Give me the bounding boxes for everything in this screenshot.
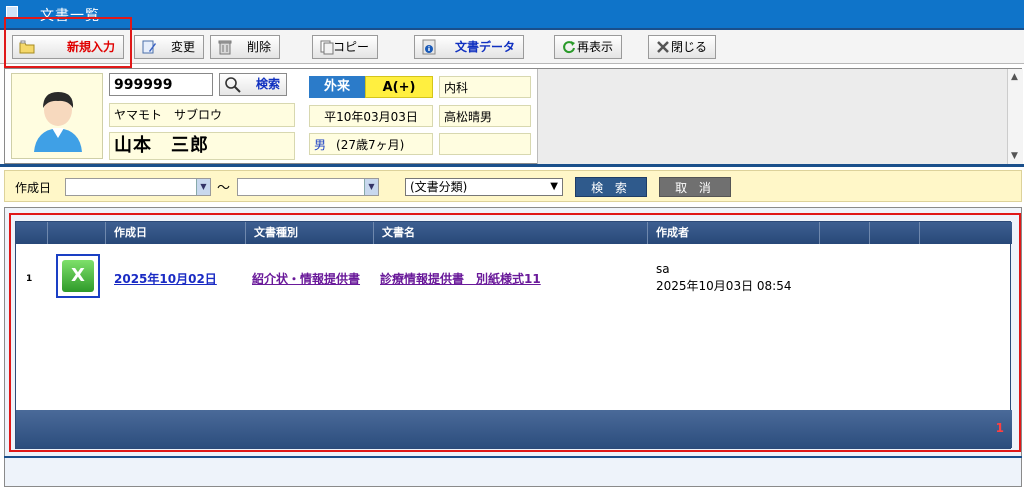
header-doc-type[interactable]: 文書種別 <box>246 222 374 244</box>
patient-name: 山本 三郎 <box>109 132 295 160</box>
memo-scrollbar[interactable]: ▲ ▼ <box>1007 69 1023 164</box>
patient-id-input[interactable]: 999999 <box>109 73 213 96</box>
grid-footer: 1 <box>16 410 1012 448</box>
chevron-down-icon: ▼ <box>550 181 558 192</box>
category-selected: (文書分類) <box>410 180 468 194</box>
row-doc-name[interactable]: 診療情報提供書 別紙様式11 <box>380 270 541 287</box>
window-title: 文書一覧 <box>40 8 100 24</box>
row-author-name: sa <box>656 262 670 276</box>
close-button[interactable]: 閉じる <box>648 35 716 59</box>
range-separator: ～ <box>217 181 231 196</box>
header-icon <box>48 222 106 244</box>
user-avatar-icon <box>34 92 82 152</box>
row-author: sa 2025年10月03日 08:54 <box>656 261 791 295</box>
trash-icon <box>218 40 232 55</box>
date-from-input[interactable]: ▼ <box>65 178 211 196</box>
doctor-name: 高松晴男 <box>439 105 531 127</box>
edit-label: 変更 <box>170 40 195 54</box>
magnifier-icon <box>225 77 241 93</box>
patient-kana-name: ヤマモト サブロウ <box>109 103 295 127</box>
reload-button[interactable]: 再表示 <box>554 35 622 59</box>
age: (27歳7ヶ月) <box>336 138 405 152</box>
category-select[interactable]: (文書分類) ▼ <box>405 178 563 196</box>
new-entry-button[interactable]: 新規入力 <box>12 35 124 59</box>
header-num <box>16 222 48 244</box>
insurance-badge: A(+) <box>365 76 433 98</box>
title-bar: 文書一覧 <box>0 0 1024 28</box>
header-extra-2 <box>870 222 920 244</box>
row-number: 1 <box>26 274 33 284</box>
header-author[interactable]: 作成者 <box>648 222 820 244</box>
filter-cancel-button[interactable]: 取 消 <box>659 177 731 197</box>
new-document-icon <box>19 40 35 54</box>
row-created-date[interactable]: 2025年10月02日 <box>114 270 217 287</box>
close-label: 閉じる <box>670 40 707 54</box>
visit-type-badge: 外来 <box>309 76 365 98</box>
info-icon <box>422 39 436 55</box>
panel-divider <box>0 164 1024 167</box>
header-extra-1 <box>820 222 870 244</box>
header-doc-name[interactable]: 文書名 <box>374 222 648 244</box>
document-grid: 作成日 文書種別 文書名 作成者 1 X 2025年10月02日 紹介状・情報提… <box>15 221 1012 449</box>
date-to-dropdown-icon[interactable]: ▼ <box>364 179 378 195</box>
department: 内科 <box>439 76 531 98</box>
date-from-dropdown-icon[interactable]: ▼ <box>196 179 210 195</box>
new-entry-label: 新規入力 <box>66 40 115 54</box>
row-doc-type[interactable]: 紹介状・情報提供書 <box>252 270 360 287</box>
grid-header: 作成日 文書種別 文書名 作成者 <box>16 222 1012 244</box>
delete-label: 削除 <box>246 40 271 54</box>
birth-date: 平10年03月03日 <box>309 105 433 127</box>
excel-file-icon[interactable]: X <box>56 254 100 298</box>
row-author-time: 2025年10月03日 08:54 <box>656 279 792 293</box>
document-data-label: 文書データ <box>454 40 515 54</box>
toolbar: 新規入力 変更 削除 コピー 文書データ 再表示 閉じる <box>0 30 1024 64</box>
document-data-button[interactable]: 文書データ <box>414 35 524 59</box>
avatar <box>11 73 103 159</box>
bottom-divider <box>4 456 1022 458</box>
date-to-input[interactable]: ▼ <box>237 178 379 196</box>
table-row[interactable]: 1 X 2025年10月02日 紹介状・情報提供書 診療情報提供書 別紙様式11… <box>16 246 1012 310</box>
document-list-area: 作成日 文書種別 文書名 作成者 1 X 2025年10月02日 紹介状・情報提… <box>4 207 1022 487</box>
refresh-icon <box>563 41 575 54</box>
close-icon <box>657 41 669 53</box>
empty-field <box>439 133 531 155</box>
copy-label: コピー <box>332 40 369 54</box>
memo-area[interactable]: ▲ ▼ <box>537 69 1023 164</box>
copy-button[interactable]: コピー <box>312 35 378 59</box>
filter-search-button[interactable]: 検 索 <box>575 177 647 197</box>
edit-button[interactable]: 変更 <box>134 35 204 59</box>
delete-button[interactable]: 削除 <box>210 35 280 59</box>
scroll-up-icon[interactable]: ▲ <box>1011 72 1018 82</box>
reload-label: 再表示 <box>576 40 613 54</box>
edit-document-icon <box>142 40 156 54</box>
header-created[interactable]: 作成日 <box>106 222 246 244</box>
window-icon <box>6 6 18 18</box>
created-date-label: 作成日 <box>15 181 52 195</box>
scroll-down-icon[interactable]: ▼ <box>1011 151 1018 161</box>
patient-search-button[interactable]: 検索 <box>219 73 287 96</box>
patient-panel: 999999 検索 ヤマモト サブロウ 山本 三郎 外来 A(+) 内科 平10… <box>4 68 1023 164</box>
sex-age: 男 (27歳7ヶ月) <box>309 133 433 155</box>
page-number[interactable]: 1 <box>996 421 1004 435</box>
patient-search-label: 検索 <box>255 77 280 91</box>
filter-bar: 作成日 ▼ ～ ▼ (文書分類) ▼ 検 索 取 消 <box>4 170 1022 202</box>
sex: 男 <box>314 138 327 152</box>
